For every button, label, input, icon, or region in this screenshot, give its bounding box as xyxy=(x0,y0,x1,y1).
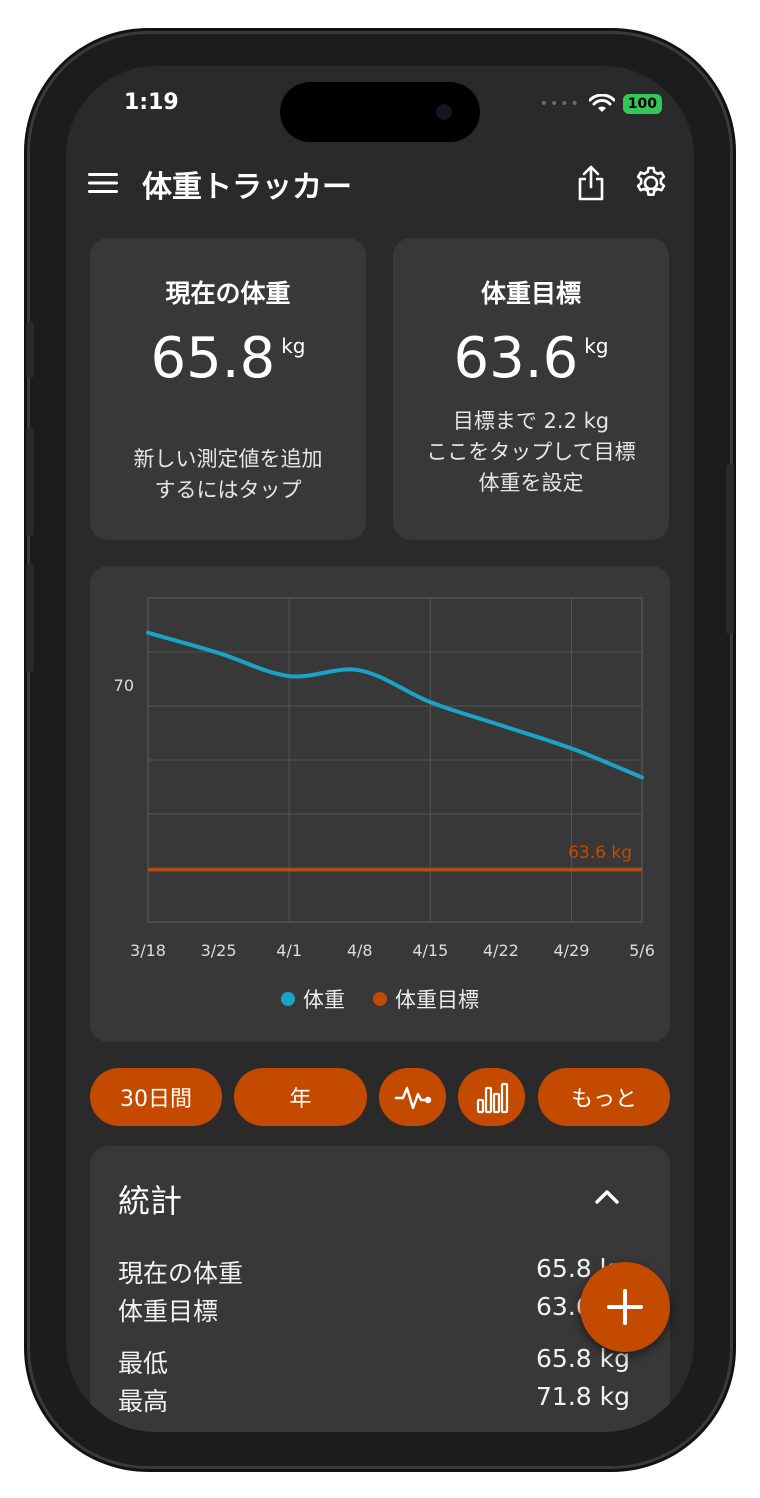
menu-icon xyxy=(88,173,118,193)
app-screen: 1:19 •••• 100 体重トラッカー 現在の体重 65.8 kg 新しい測… xyxy=(66,66,694,1432)
x-tick-label: 4/1 xyxy=(276,941,302,960)
weight-chart[interactable]: 3/18 3/25 4/1 4/8 4/15 4/22 4/29 5/6 70 63.6 kg xyxy=(90,566,670,976)
goal-remaining-text: 目標まで 2.2 kg xyxy=(452,409,610,433)
x-tick-label: 4/22 xyxy=(483,941,519,960)
current-weight-card[interactable]: 現在の体重 65.8 kg 新しい測定値を追加 するにはタップ xyxy=(90,238,366,540)
goal-weight-value: 63.6 kg xyxy=(393,326,669,391)
weight-series-line xyxy=(146,630,644,780)
add-measurement-button[interactable] xyxy=(580,1262,670,1352)
plus-icon xyxy=(607,1289,643,1325)
camera-icon xyxy=(436,104,452,120)
battery-indicator: 100 xyxy=(622,94,662,114)
app-bar: 体重トラッカー xyxy=(66,158,694,210)
x-tick-label: 4/15 xyxy=(412,941,448,960)
x-tick-label: 5/6 xyxy=(629,941,655,960)
share-button[interactable] xyxy=(568,160,614,206)
legend-label-weight: 体重 xyxy=(303,988,345,1012)
app-title: 体重トラッカー xyxy=(142,170,352,205)
goal-weight-unit: kg xyxy=(584,334,609,358)
goal-hint-line3: 体重を設定 xyxy=(478,471,584,495)
goal-weight-card[interactable]: 体重目標 63.6 kg 目標まで 2.2 kg ここをタップして目標 体重を設定 xyxy=(393,238,669,540)
chart-legend: 体重 体重目標 xyxy=(90,984,670,1014)
legend-dot-goal xyxy=(373,992,387,1006)
x-tick-label: 4/8 xyxy=(347,941,373,960)
legend-label-goal: 体重目標 xyxy=(395,988,479,1012)
line-chart-button[interactable] xyxy=(379,1068,446,1126)
power-button xyxy=(726,464,734,634)
stat-row-max: 最高 71.8 kg xyxy=(118,1382,630,1418)
bar-chart-icon xyxy=(476,1082,508,1114)
weight-chart-card: 3/18 3/25 4/1 4/8 4/15 4/22 4/29 5/6 70 63.6 kg 体… xyxy=(90,566,670,1042)
stat-label: 体重目標 xyxy=(118,1297,219,1326)
goal-weight-hint: 目標まで 2.2 kg ここをタップして目標 体重を設定 xyxy=(403,406,659,499)
y-tick-label: 70 xyxy=(114,676,134,695)
x-tick-label: 4/29 xyxy=(553,941,589,960)
chevron-up-icon[interactable] xyxy=(592,1182,622,1212)
current-weight-hint: 新しい測定値を追加 するにはタップ xyxy=(100,444,356,506)
status-indicators: •••• 100 xyxy=(540,94,662,114)
goal-weight-number: 63.6 xyxy=(453,326,579,391)
gear-icon xyxy=(636,166,666,196)
signal-icon: •••• xyxy=(539,96,581,112)
range-30-days-label: 30日間 xyxy=(120,1087,192,1112)
current-weight-number: 65.8 xyxy=(150,326,276,391)
goal-line-annotation: 63.6 kg xyxy=(568,843,632,863)
share-icon xyxy=(578,165,604,201)
current-weight-title: 現在の体重 xyxy=(165,279,291,308)
menu-button[interactable] xyxy=(80,160,126,206)
stat-value: 71.8 kg xyxy=(536,1382,630,1411)
status-time: 1:19 xyxy=(124,90,179,115)
legend-item-goal[interactable]: 体重目標 xyxy=(373,984,479,1014)
x-tick-label: 3/18 xyxy=(130,941,166,960)
stat-row-min: 最低 65.8 kg xyxy=(118,1344,630,1380)
stat-label: 最低 xyxy=(118,1349,169,1378)
range-30-days-button[interactable]: 30日間 xyxy=(90,1068,222,1126)
current-weight-hint-line2: するにはタップ xyxy=(154,478,302,502)
action-button xyxy=(26,322,34,378)
current-weight-hint-line1: 新しい測定値を追加 xyxy=(133,447,323,471)
legend-dot-weight xyxy=(281,992,295,1006)
more-button[interactable]: もっと xyxy=(538,1068,670,1126)
goal-hint-line2: ここをタップして目標 xyxy=(426,440,636,464)
range-year-button[interactable]: 年 xyxy=(234,1068,367,1126)
bar-chart-button[interactable] xyxy=(458,1068,525,1126)
wifi-icon xyxy=(588,94,615,112)
goal-weight-title: 体重目標 xyxy=(480,279,581,308)
settings-button[interactable] xyxy=(628,160,674,206)
volume-up-button xyxy=(26,428,34,536)
current-weight-value: 65.8 kg xyxy=(90,326,366,391)
current-weight-unit: kg xyxy=(281,334,306,358)
stat-label: 現在の体重 xyxy=(118,1259,244,1288)
dynamic-island xyxy=(280,82,480,142)
legend-item-weight[interactable]: 体重 xyxy=(281,984,345,1014)
volume-down-button xyxy=(26,564,34,672)
pulse-chart-icon xyxy=(394,1086,431,1110)
stat-label: 最高 xyxy=(118,1387,169,1416)
statistics-title: 統計 xyxy=(118,1182,183,1220)
stat-row-current: 現在の体重 65.8 kg xyxy=(118,1254,630,1290)
stat-row-goal: 体重目標 63.6 kg xyxy=(118,1292,630,1328)
range-year-label: 年 xyxy=(289,1087,312,1112)
more-label: もっと xyxy=(570,1087,637,1112)
x-tick-label: 3/25 xyxy=(201,941,237,960)
